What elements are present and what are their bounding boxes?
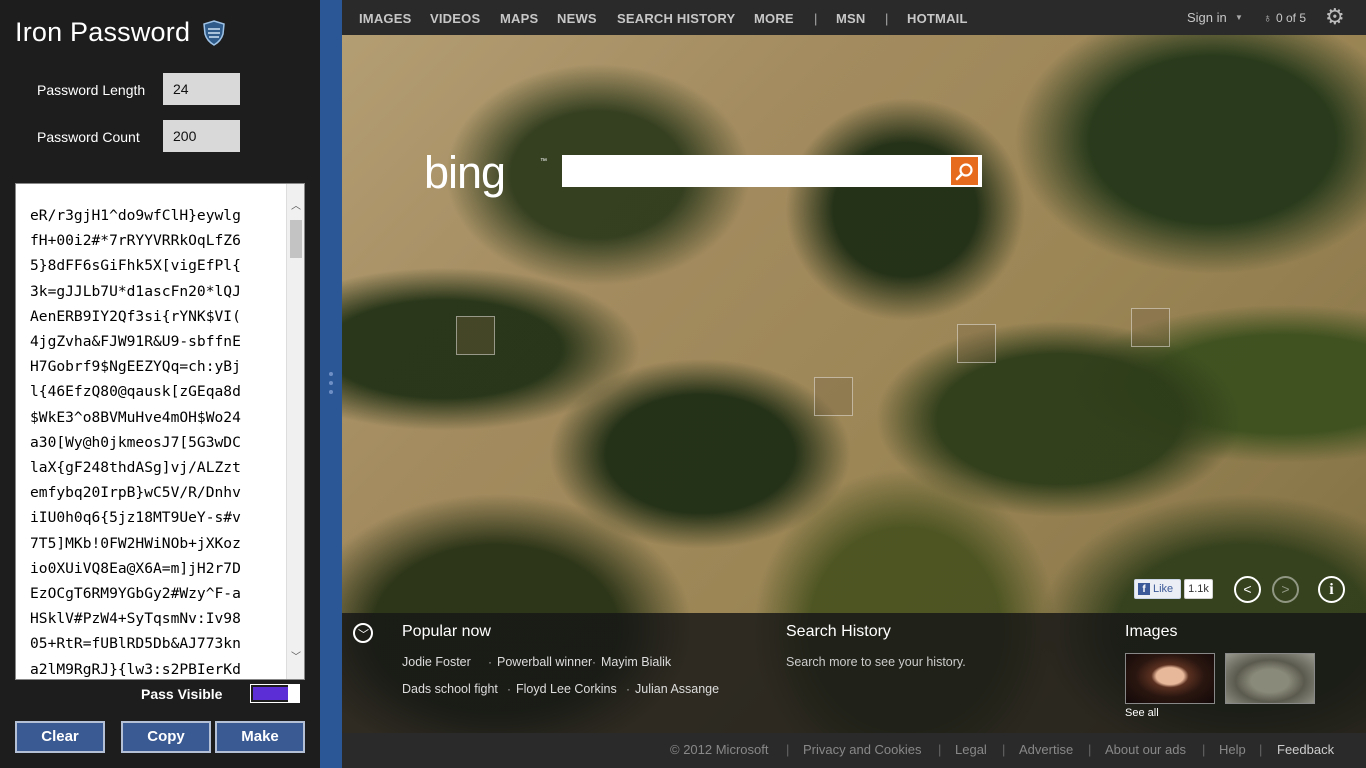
password-length-label: Password Length (37, 82, 146, 98)
scroll-up-icon[interactable]: ︿ (287, 198, 304, 216)
top-nav-bar: IMAGES VIDEOS MAPS NEWS SEARCH HISTORY M… (342, 0, 1366, 35)
bottom-panel: ﹀ Popular now Jodie Foster · Powerball w… (342, 613, 1366, 733)
footer-privacy-link[interactable]: Privacy and Cookies (803, 742, 922, 757)
snap-splitter[interactable] (320, 0, 342, 768)
grip-dot (329, 372, 333, 376)
popular-link[interactable]: Jodie Foster (402, 655, 471, 669)
search-icon[interactable] (951, 157, 978, 185)
search-input[interactable] (562, 155, 950, 187)
image-hotspot[interactable] (957, 324, 996, 363)
image-hotspot[interactable] (1131, 308, 1170, 347)
password-output-text[interactable]: eR/r3gjH1^do9wfClH}eywlg fH+00i2#*7rRYYV… (30, 203, 292, 679)
toggle-knob (288, 685, 299, 702)
footer-about-ads-link[interactable]: About our ads (1105, 742, 1186, 757)
previous-image-icon[interactable]: < (1234, 576, 1261, 603)
toggle-fill (253, 687, 288, 700)
grip-dot (329, 390, 333, 394)
facebook-like-label: Like (1153, 583, 1174, 595)
footer-legal-link[interactable]: Legal (955, 742, 987, 757)
gear-icon[interactable]: ⚙ (1325, 6, 1345, 28)
nav-maps[interactable]: MAPS (500, 11, 538, 26)
bing-logo: bing (424, 147, 506, 198)
pass-visible-toggle[interactable] (250, 684, 300, 703)
next-image-icon[interactable]: > (1272, 576, 1299, 603)
image-thumbnail[interactable] (1125, 653, 1215, 704)
popular-link[interactable]: Floyd Lee Corkins (516, 682, 617, 696)
rewards-icon[interactable]: ♁ (1263, 11, 1272, 25)
footer-separator: | (1202, 742, 1206, 757)
footer-feedback-link[interactable]: Feedback (1277, 742, 1334, 757)
collapse-icon[interactable]: ﹀ (353, 623, 373, 643)
footer-separator: | (1259, 742, 1263, 757)
nav-news[interactable]: NEWS (557, 11, 597, 26)
bullet-separator: · (592, 655, 596, 669)
nav-more[interactable]: MORE (754, 11, 794, 26)
rewards-count[interactable]: 0 of 5 (1276, 11, 1306, 25)
make-button[interactable]: Make (215, 721, 305, 753)
nav-hotmail[interactable]: HOTMAIL (907, 11, 968, 26)
info-icon[interactable]: i (1318, 576, 1345, 603)
footer-separator: | (786, 742, 790, 757)
nav-videos[interactable]: VIDEOS (430, 11, 480, 26)
grip-dot (329, 381, 333, 385)
clear-button[interactable]: Clear (15, 721, 105, 753)
popular-link[interactable]: Dads school fight (402, 682, 498, 696)
images-title[interactable]: Images (1125, 623, 1177, 641)
password-length-input[interactable] (163, 73, 240, 105)
nav-separator: | (814, 11, 818, 26)
search-history-title[interactable]: Search History (786, 623, 891, 641)
scroll-down-icon[interactable]: ﹀ (287, 649, 304, 667)
facebook-like-count: 1.1k (1184, 579, 1213, 599)
nav-search-history[interactable]: SEARCH HISTORY (617, 11, 735, 26)
iron-password-app: Iron Password Password Length Password C… (0, 0, 320, 768)
password-output-box[interactable]: eR/r3gjH1^do9wfClH}eywlg fH+00i2#*7rRYYV… (15, 183, 305, 680)
pass-visible-label: Pass Visible (141, 686, 223, 702)
image-hotspot[interactable] (456, 316, 495, 355)
see-all-link[interactable]: See all (1125, 707, 1159, 719)
popular-link[interactable]: Powerball winner (497, 655, 592, 669)
app-title: Iron Password (15, 17, 191, 47)
search-button[interactable] (950, 155, 982, 187)
password-scrollbar[interactable]: ︿ ﹀ (286, 184, 304, 679)
footer-separator: | (1002, 742, 1006, 757)
image-hotspot[interactable] (814, 377, 853, 416)
popular-now-title[interactable]: Popular now (402, 623, 491, 641)
popular-link[interactable]: Mayim Bialik (601, 655, 671, 669)
bullet-separator: · (507, 682, 511, 696)
password-count-input[interactable] (163, 120, 240, 152)
image-thumbnail[interactable] (1225, 653, 1315, 704)
footer: © 2012 Microsoft | Privacy and Cookies |… (342, 733, 1366, 768)
bullet-separator: · (626, 682, 630, 696)
nav-msn[interactable]: MSN (836, 11, 866, 26)
nav-images[interactable]: IMAGES (359, 11, 411, 26)
footer-separator: | (1088, 742, 1092, 757)
chevron-down-icon[interactable]: ▼ (1235, 13, 1243, 22)
footer-separator: | (938, 742, 942, 757)
trademark-mark: ™ (540, 158, 547, 165)
copy-button[interactable]: Copy (121, 721, 211, 753)
facebook-icon: f (1138, 583, 1150, 595)
search-history-text: Search more to see your history. (786, 655, 966, 669)
copyright-text: © 2012 Microsoft (670, 742, 769, 757)
footer-advertise-link[interactable]: Advertise (1019, 742, 1073, 757)
popular-link[interactable]: Julian Assange (635, 682, 719, 696)
bing-homepage: IMAGES VIDEOS MAPS NEWS SEARCH HISTORY M… (342, 0, 1366, 768)
sign-in-link[interactable]: Sign in (1187, 10, 1227, 25)
scroll-thumb[interactable] (290, 220, 302, 258)
nav-separator: | (885, 11, 889, 26)
shield-icon (202, 20, 226, 46)
footer-help-link[interactable]: Help (1219, 742, 1246, 757)
bullet-separator: · (488, 655, 492, 669)
password-count-label: Password Count (37, 129, 140, 145)
facebook-like-button[interactable]: f Like (1134, 579, 1181, 599)
